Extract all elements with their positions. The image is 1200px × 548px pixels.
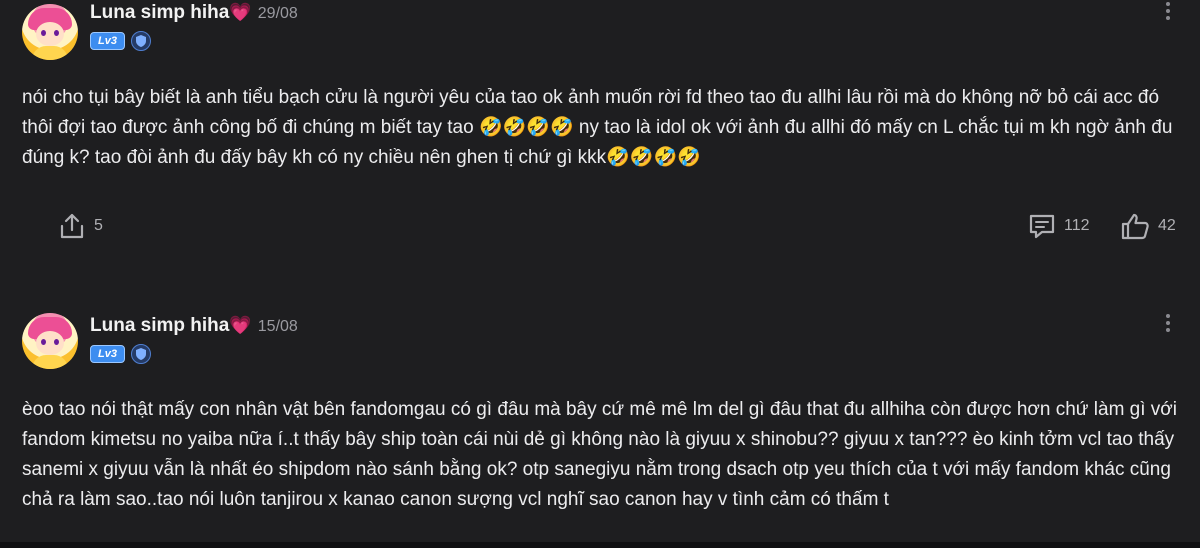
comment-icon (1029, 214, 1055, 239)
username-text: Luna simp hiha (90, 315, 230, 336)
post-actions: 5 112 42 (0, 210, 1200, 246)
screen-bottom-edge (0, 542, 1200, 548)
comment-count: 112 (1064, 217, 1090, 234)
like-button[interactable]: 42 (1120, 212, 1176, 240)
share-icon (60, 213, 84, 239)
more-vertical-icon[interactable] (1163, 314, 1173, 334)
post-card: Luna simp hiha💗 29/08 Lv3 nói cho tụi bây… (0, 0, 1200, 290)
share-count: 5 (94, 217, 103, 234)
post-card: Luna simp hiha💗 15/08 Lv3 èoo tao nói thậ… (0, 300, 1200, 548)
shield-badge-icon (130, 31, 151, 51)
share-button[interactable]: 5 (58, 212, 103, 240)
user-badges: Lv3 (90, 344, 151, 364)
username-text: Luna simp hiha (90, 2, 230, 23)
user-badges: Lv3 (90, 31, 151, 51)
username[interactable]: Luna simp hiha💗 15/08 (90, 315, 298, 337)
comment-button[interactable]: 112 (1028, 212, 1090, 240)
shield-badge-icon (130, 344, 151, 364)
heart-emoji: 💗 (229, 315, 252, 335)
post-content: èoo tao nói thật mấy con nhân vật bên fa… (22, 399, 1177, 510)
more-vertical-icon[interactable] (1163, 2, 1173, 22)
post-content: nói cho tụi bây biết là anh tiểu bạch cử… (22, 87, 1173, 168)
user-avatar[interactable] (22, 313, 78, 369)
level-badge: Lv3 (90, 32, 125, 50)
like-icon (1121, 213, 1149, 240)
like-count: 42 (1158, 217, 1176, 234)
heart-emoji: 💗 (229, 2, 252, 22)
post-date: 15/08 (257, 318, 298, 335)
post-date: 29/08 (257, 5, 298, 22)
level-badge: Lv3 (90, 345, 125, 363)
username[interactable]: Luna simp hiha💗 29/08 (90, 2, 298, 24)
user-avatar[interactable] (22, 4, 78, 60)
